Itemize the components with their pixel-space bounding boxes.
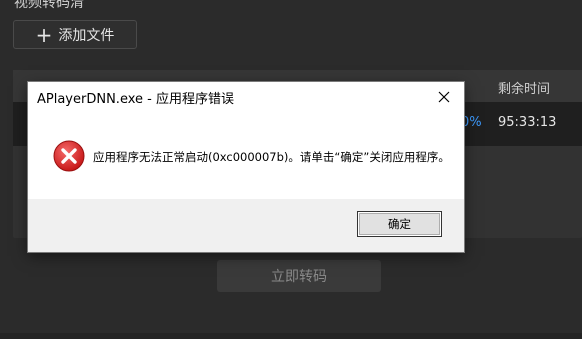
dialog-message: 应用程序无法正常启动(0xc000007b)。请单击“确定”关闭应用程序。 (93, 150, 450, 164)
dialog-footer: 确定 (28, 199, 464, 252)
dialog-body: 应用程序无法正常启动(0xc000007b)。请单击“确定”关闭应用程序。 (28, 112, 464, 199)
close-icon (438, 91, 450, 103)
row-remaining-time: 95:33:13 (498, 115, 557, 130)
row-progress: 0% (461, 115, 482, 130)
error-dialog: APlayerDNN.exe - 应用程序错误 应用程序无法正常启动(0xc00… (28, 82, 464, 252)
add-file-button[interactable]: + 添加文件 (13, 20, 137, 49)
dialog-titlebar: APlayerDNN.exe - 应用程序错误 (28, 82, 464, 112)
bottom-bar (0, 333, 582, 339)
convert-now-button[interactable]: 立即转码 (217, 260, 381, 292)
add-file-label: 添加文件 (58, 27, 115, 44)
header-remaining-time: 剩余时间 (498, 82, 551, 97)
ok-button[interactable]: 确定 (357, 211, 442, 237)
plus-icon: + (35, 22, 53, 47)
dialog-title: APlayerDNN.exe - 应用程序错误 (37, 92, 234, 107)
app-title: 视频转码清 (14, 0, 84, 11)
close-button[interactable] (430, 84, 458, 110)
error-icon (53, 140, 85, 172)
